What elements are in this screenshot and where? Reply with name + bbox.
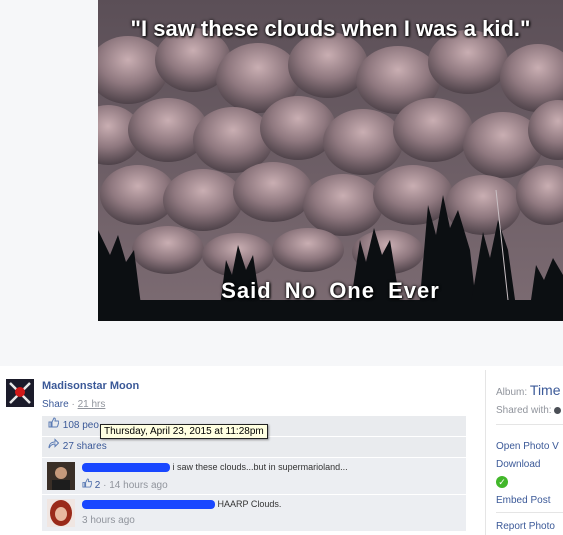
sidebar-divider [496, 424, 563, 425]
comment-like-count[interactable]: 2 [95, 480, 101, 491]
open-photo-viewer-link[interactable]: Open Photo V [496, 441, 559, 452]
post-meta: Share · 21 hrs [42, 399, 105, 410]
likes-count[interactable]: 108 peo [63, 420, 99, 431]
comment-text: HAARP Clouds. [217, 499, 282, 509]
post-photo[interactable]: "I saw these clouds when I was a kid." S… [98, 0, 563, 321]
commenter-avatar[interactable] [47, 462, 75, 490]
meta-separator: · [103, 480, 107, 491]
download-link[interactable]: Download [496, 459, 540, 470]
shared-with-info: Shared with: [496, 405, 562, 416]
album-info: Album: Time [496, 382, 561, 398]
share-link[interactable]: Share [42, 399, 69, 410]
album-label: Album: [496, 387, 528, 398]
shares-count[interactable]: 27 shares [63, 441, 107, 452]
comment-item: HAARP Clouds. 3 hours ago [42, 495, 466, 532]
sidebar-divider [496, 512, 563, 513]
photo-stage: "I saw these clouds when I was a kid." S… [0, 0, 563, 366]
thumbs-up-icon[interactable] [82, 478, 95, 491]
comment-time[interactable]: 14 hours ago [109, 480, 167, 491]
meme-caption-bottom: Said No One Ever [221, 278, 440, 303]
redacted-commenter-name [82, 463, 170, 473]
album-link[interactable]: Time [530, 382, 561, 398]
comment-item: i saw these clouds...but in supermariola… [42, 458, 466, 495]
meme-caption-top: "I saw these clouds when I was a kid." [130, 16, 531, 41]
comment-body: i saw these clouds...but in supermariola… [82, 462, 348, 473]
redacted-commenter-name [82, 500, 215, 510]
check-icon: ✓ [496, 476, 508, 488]
meta-separator: · [71, 399, 75, 410]
owner-avatar[interactable] [6, 379, 34, 407]
comment-text: i saw these clouds...but in supermariola… [172, 462, 348, 472]
shared-with-label: Shared with: [496, 405, 552, 416]
comment-body: HAARP Clouds. [82, 499, 282, 510]
timestamp-link[interactable]: 21 hrs [78, 399, 106, 410]
skull-crossbones-icon [6, 379, 34, 407]
owner-name-link[interactable]: Madisonstar Moon [42, 380, 139, 392]
timestamp-tooltip: Thursday, April 23, 2015 at 11:28pm [100, 424, 268, 439]
cloud-photo-image [98, 0, 563, 321]
thumbs-up-icon [48, 416, 60, 436]
report-photo-link[interactable]: Report Photo [496, 521, 555, 532]
photo-sidebar: Album: Time Shared with: Open Photo V Do… [485, 370, 563, 535]
commenter-avatar[interactable] [47, 499, 75, 527]
comment-time[interactable]: 3 hours ago [82, 515, 135, 526]
comment-meta: 3 hours ago [82, 515, 135, 526]
embed-post-link[interactable]: Embed Post [496, 495, 550, 506]
shares-row[interactable]: 27 shares [42, 437, 466, 458]
share-arrow-icon [48, 437, 60, 457]
privacy-icon[interactable] [554, 406, 562, 414]
comment-meta: 2 · 14 hours ago [82, 478, 168, 491]
